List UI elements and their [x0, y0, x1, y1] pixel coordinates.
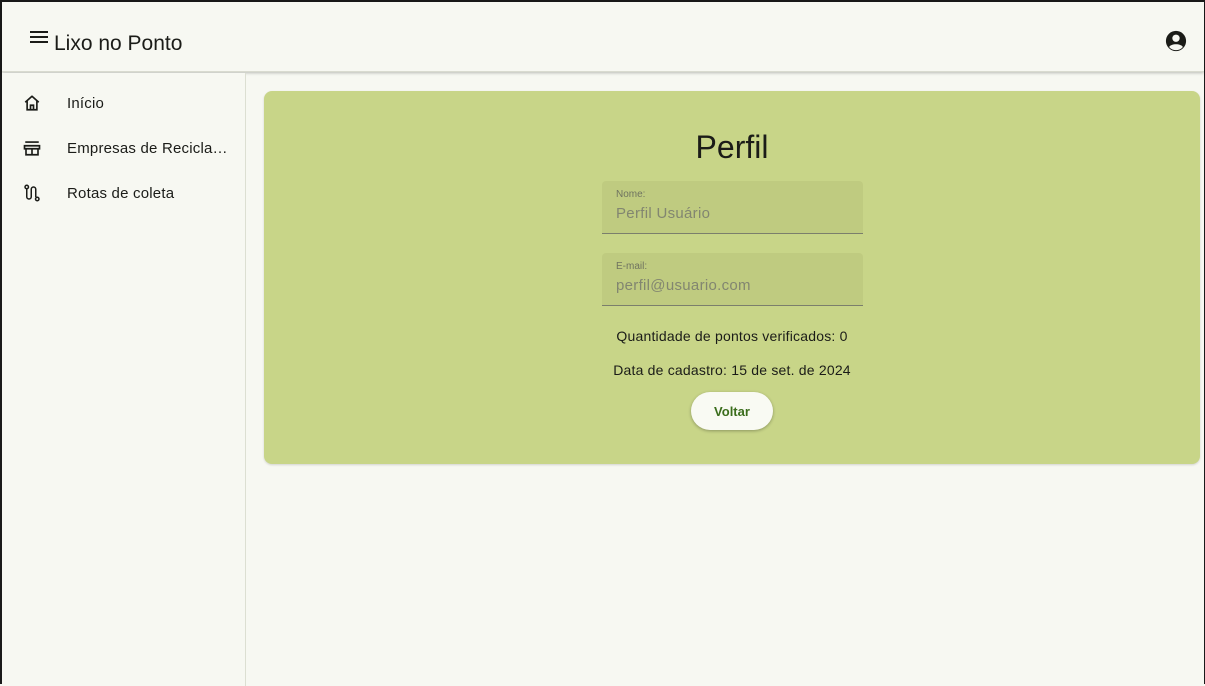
back-button[interactable]: Voltar — [691, 392, 773, 430]
sidebar-item-empresas[interactable]: Empresas de Recicla… — [2, 128, 246, 168]
sidebar-item-label: Início — [67, 94, 105, 112]
account-button[interactable] — [1162, 27, 1190, 55]
email-field-label: E-mail: — [616, 261, 648, 272]
store-icon — [22, 138, 42, 158]
sidebar-item-rotas[interactable]: Rotas de coleta — [2, 173, 246, 213]
email-field-value: perfil@usuario.com — [616, 277, 751, 294]
name-field-label: Nome: — [616, 189, 646, 200]
points-verified-text: Quantidade de pontos verificados: 0 — [616, 328, 848, 344]
name-field-value: Perfil Usuário — [616, 205, 711, 222]
page-title: Perfil — [695, 129, 769, 165]
app-title: Lixo no Ponto — [54, 32, 183, 55]
sidebar-item-inicio[interactable]: Início — [2, 83, 246, 123]
menu-button[interactable] — [26, 24, 52, 50]
sidebar-item-label: Rotas de coleta — [67, 184, 175, 202]
email-field[interactable]: E-mail: perfil@usuario.com — [602, 253, 863, 306]
app-window: Lixo no Ponto Início Empresas de Recicla… — [0, 0, 1205, 686]
name-field[interactable]: Nome: Perfil Usuário — [602, 181, 863, 234]
sidebar-item-label: Empresas de Recicla… — [67, 139, 228, 157]
home-icon — [22, 93, 42, 113]
profile-card: Perfil Nome: Perfil Usuário E-mail: perf… — [264, 91, 1200, 464]
navigation-drawer: Início Empresas de Recicla… Rotas de col… — [2, 73, 246, 686]
account-circle-icon — [1165, 30, 1187, 52]
signup-date-text: Data de cadastro: 15 de set. de 2024 — [613, 362, 851, 378]
menu-icon — [30, 31, 48, 43]
top-app-bar: Lixo no Ponto — [2, 2, 1204, 72]
route-icon — [22, 183, 42, 203]
